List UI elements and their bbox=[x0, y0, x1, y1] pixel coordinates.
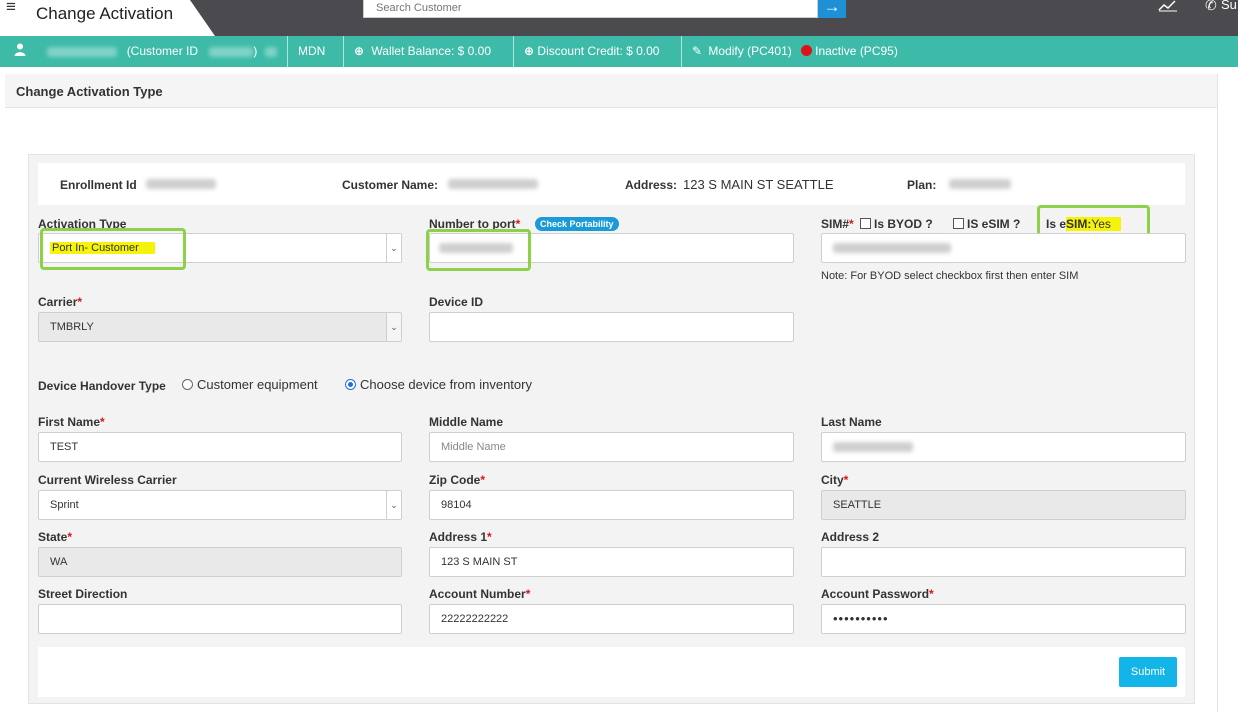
street-direction-input[interactable] bbox=[38, 604, 402, 634]
page-title: Change Activation bbox=[36, 4, 174, 23]
sim-input[interactable] bbox=[821, 233, 1186, 263]
last-name-input[interactable] bbox=[821, 432, 1186, 462]
status-group: ✎ Modify (PC401) Inactive (PC95) bbox=[682, 36, 922, 67]
wireless-carrier-label: Current Wireless Carrier bbox=[38, 473, 177, 487]
line-chart-icon[interactable] bbox=[1158, 0, 1178, 12]
form-footer: Submit bbox=[38, 647, 1185, 697]
plan-label: Plan: bbox=[907, 178, 937, 192]
inactive-status: Inactive (PC95) bbox=[815, 44, 898, 58]
address-label: Address: bbox=[625, 178, 678, 192]
first-name-input[interactable]: TEST bbox=[38, 432, 402, 462]
zip-code-label: Zip Code* bbox=[429, 473, 485, 487]
radio-icon bbox=[182, 379, 193, 390]
radio-customer-equipment[interactable]: Customer equipment bbox=[182, 377, 318, 392]
wireless-carrier-select[interactable]: Sprint ⌄ bbox=[38, 490, 402, 520]
status-red-dot-icon bbox=[801, 45, 813, 56]
byod-note: Note: For BYOD select checkbox first the… bbox=[821, 270, 1079, 282]
enrollment-id-label: Enrollment Id bbox=[60, 178, 137, 192]
mdn-label: MDN bbox=[298, 44, 326, 58]
carrier-value: TMBRLY bbox=[50, 321, 94, 333]
address1-label: Address 1* bbox=[429, 530, 492, 544]
edit-icon[interactable]: ✎ bbox=[692, 44, 702, 58]
customer-name-redacted bbox=[448, 179, 538, 189]
chevron-down-icon: ⌄ bbox=[386, 491, 401, 519]
account-number-label: Account Number* bbox=[429, 587, 531, 601]
street-direction-label: Street Direction bbox=[38, 587, 128, 601]
customer-identity: (Customer ID ) bbox=[0, 36, 288, 67]
middle-name-label: Middle Name bbox=[429, 415, 504, 429]
discount-credit-label: Discount Credit: $ 0.00 bbox=[537, 44, 660, 58]
first-name-label: First Name* bbox=[38, 415, 105, 429]
address2-label: Address 2 bbox=[821, 530, 880, 544]
account-password-input[interactable]: •••••••••• bbox=[821, 604, 1186, 634]
device-id-label: Device ID bbox=[429, 295, 484, 309]
device-id-input[interactable] bbox=[429, 312, 794, 342]
carrier-select[interactable]: TMBRLY ⌄ bbox=[38, 312, 402, 342]
support-link[interactable]: Su bbox=[1221, 0, 1237, 12]
activation-form-panel: Enrollment Id Customer Name: Address: 12… bbox=[28, 154, 1195, 704]
mdn-link[interactable]: MDN bbox=[288, 36, 344, 67]
device-handover-label: Device Handover Type bbox=[38, 379, 166, 393]
checkbox-icon bbox=[953, 218, 964, 229]
plan-redacted bbox=[949, 179, 1011, 189]
search-customer-input[interactable] bbox=[364, 0, 817, 16]
is-byod-checkbox[interactable]: Is BYOD ? bbox=[860, 217, 933, 231]
account-number-input[interactable]: 22222222222 bbox=[429, 604, 794, 634]
address2-input[interactable] bbox=[821, 547, 1186, 577]
middle-name-input[interactable]: Middle Name bbox=[429, 432, 794, 462]
radio-selected-icon bbox=[345, 379, 356, 390]
submit-button[interactable]: Submit bbox=[1119, 657, 1177, 687]
discount-credit[interactable]: ⊕ Discount Credit: $ 0.00 bbox=[514, 36, 682, 67]
section-header: Change Activation Type bbox=[5, 74, 1217, 108]
last-name-redacted bbox=[833, 442, 913, 453]
enrollment-id-redacted bbox=[146, 179, 216, 189]
sim-label: SIM#* bbox=[821, 217, 854, 231]
chevron-down-icon: ⌄ bbox=[386, 313, 401, 341]
radio-choose-device[interactable]: Choose device from inventory bbox=[345, 377, 532, 392]
user-icon bbox=[14, 43, 26, 56]
section-title: Change Activation Type bbox=[16, 84, 163, 99]
top-header: ≡ Change Activation → ✆ Su bbox=[0, 0, 1238, 36]
activation-type-callout bbox=[40, 228, 186, 270]
zip-code-input[interactable]: 98104 bbox=[429, 490, 794, 520]
last-name-label: Last Name bbox=[821, 415, 882, 429]
city-input[interactable]: SEATTLE bbox=[821, 490, 1186, 520]
address-value: 123 S MAIN ST SEATTLE bbox=[683, 177, 834, 192]
sim-redacted bbox=[833, 243, 951, 254]
chevron-down-icon: ⌄ bbox=[386, 234, 401, 262]
customer-info-bar: (Customer ID ) MDN ⊕ Wallet Balance: $ 0… bbox=[0, 36, 1238, 67]
address1-input[interactable]: 123 S MAIN ST bbox=[429, 547, 794, 577]
customer-name-redacted bbox=[47, 46, 118, 57]
plus-circle-icon: ⊕ bbox=[354, 44, 365, 58]
wallet-balance-label: Wallet Balance: $ 0.00 bbox=[371, 44, 492, 58]
city-label: City* bbox=[821, 473, 849, 487]
customer-name-label: Customer Name: bbox=[342, 178, 439, 192]
enrollment-summary: Enrollment Id Customer Name: Address: 12… bbox=[38, 163, 1185, 205]
account-password-label: Account Password* bbox=[821, 587, 934, 601]
state-input[interactable]: WA bbox=[38, 547, 402, 577]
search-go-button[interactable]: → bbox=[818, 0, 846, 18]
customer-id-label: (Customer ID bbox=[126, 44, 199, 58]
is-esim-checkbox[interactable]: IS eSIM ? bbox=[953, 217, 1020, 231]
phone-icon[interactable]: ✆ bbox=[1205, 0, 1217, 14]
number-to-port-callout bbox=[426, 229, 531, 271]
title-area: ≡ Change Activation bbox=[0, 0, 215, 36]
customer-extra-redacted bbox=[264, 46, 277, 57]
plus-circle-icon: ⊕ bbox=[524, 44, 535, 58]
content-border bbox=[1217, 74, 1218, 712]
hamburger-menu-icon[interactable]: ≡ bbox=[6, 0, 16, 15]
customer-id-redacted bbox=[209, 46, 254, 57]
wallet-balance[interactable]: ⊕ Wallet Balance: $ 0.00 bbox=[344, 36, 514, 67]
carrier-label: Carrier* bbox=[38, 295, 83, 309]
search-customer-box[interactable] bbox=[363, 0, 818, 18]
checkbox-icon bbox=[860, 218, 871, 229]
customer-id-close: ) bbox=[253, 44, 258, 58]
modify-link[interactable]: Modify (PC401) bbox=[708, 44, 791, 58]
check-portability-button[interactable]: Check Portability bbox=[535, 217, 619, 231]
state-label: State* bbox=[38, 530, 73, 544]
arrow-right-icon: → bbox=[823, 0, 841, 16]
